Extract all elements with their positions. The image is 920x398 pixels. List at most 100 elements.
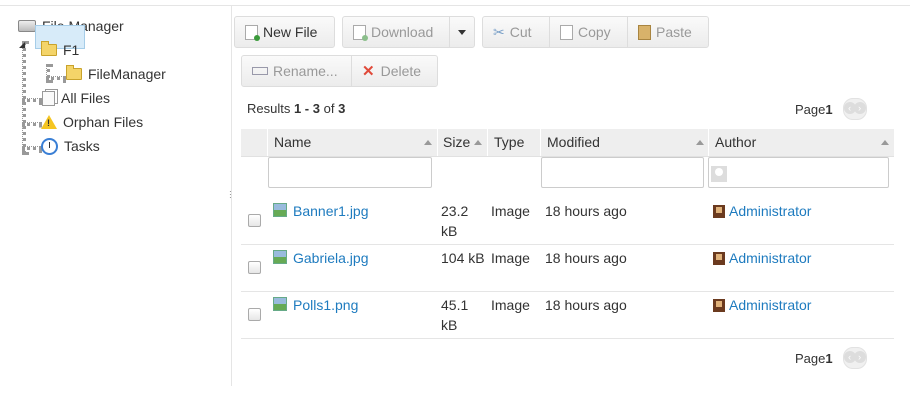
column-label: Name xyxy=(274,134,312,150)
sort-icon[interactable] xyxy=(696,140,704,145)
cut-button[interactable]: ✂ Cut xyxy=(482,16,550,48)
tree-guide xyxy=(22,122,42,126)
table-row[interactable]: Polls1.png 45.1 kB Image 18 hours ago Adm… xyxy=(241,292,894,339)
file-size-unit: kB xyxy=(441,317,458,333)
avatar xyxy=(713,252,725,265)
results-of: of xyxy=(319,101,339,116)
author-link[interactable]: Administrator xyxy=(729,250,811,266)
tree-item-tasks[interactable]: Tasks xyxy=(41,136,100,156)
results-total: 3 xyxy=(338,101,346,116)
download-button[interactable]: Download xyxy=(342,16,450,48)
folder-open-icon xyxy=(41,41,57,56)
author-link[interactable]: Administrator xyxy=(729,203,811,219)
chevron-down-icon xyxy=(458,29,466,35)
pager-bottom: Page 1 ‹ › xyxy=(795,347,867,369)
table-row[interactable]: Banner1.jpg 23.2 kB Image 18 hours ago Ad… xyxy=(241,198,894,245)
clipboard-icon xyxy=(638,24,651,40)
results-prefix: Results xyxy=(247,101,294,116)
drive-icon xyxy=(18,20,36,32)
row-checkbox[interactable] xyxy=(248,308,261,321)
image-file-icon xyxy=(273,297,287,311)
column-modified-header[interactable]: Modified xyxy=(547,129,600,156)
delete-button[interactable]: ✕ Delete xyxy=(351,55,438,87)
tree-item-label: Orphan Files xyxy=(63,114,144,130)
column-type-header[interactable]: Type xyxy=(494,129,524,156)
modified-filter-input[interactable] xyxy=(541,157,704,188)
warning-icon: ! xyxy=(41,115,57,129)
file-name-link[interactable]: Banner1.jpg xyxy=(293,203,369,219)
tree-item-label: Tasks xyxy=(64,138,100,154)
column-author-header[interactable]: Author xyxy=(715,129,756,156)
row-checkbox[interactable] xyxy=(248,214,261,227)
pager-prev-next[interactable]: ‹ › xyxy=(842,98,867,120)
tree-guide xyxy=(46,76,66,80)
new-file-label: New File xyxy=(263,24,318,40)
file-modified: 18 hours ago xyxy=(545,203,627,219)
author-filter-input[interactable] xyxy=(708,157,889,188)
copy-icon xyxy=(560,24,573,40)
folder-icon xyxy=(66,65,82,80)
column-divider xyxy=(437,129,438,156)
sort-icon[interactable] xyxy=(424,140,432,145)
tree-guide xyxy=(46,64,50,83)
collapse-arrow-icon[interactable]: ◢ xyxy=(19,40,25,49)
column-name-header[interactable]: Name xyxy=(274,129,311,156)
rename-button[interactable]: Rename... xyxy=(241,55,352,87)
tree-guide xyxy=(22,146,42,150)
delete-x-icon: ✕ xyxy=(362,63,375,80)
file-name-link[interactable]: Gabriela.jpg xyxy=(293,250,369,266)
paste-button[interactable]: Paste xyxy=(627,16,709,48)
row-checkbox[interactable] xyxy=(248,261,261,274)
file-size-unit: kB xyxy=(441,223,458,239)
next-page-icon[interactable]: › xyxy=(853,351,866,363)
copy-label: Copy xyxy=(578,24,611,40)
column-divider xyxy=(540,129,541,156)
avatar xyxy=(713,205,725,218)
documents-icon xyxy=(42,90,55,106)
column-divider xyxy=(267,129,268,156)
tree-item-label: F1 xyxy=(63,42,80,58)
image-file-icon xyxy=(273,203,287,217)
table-row[interactable]: Gabriela.jpg 104 kB Image 18 hours ago A… xyxy=(241,245,894,292)
paste-label: Paste xyxy=(656,24,692,40)
tree-item-all-files[interactable]: All Files xyxy=(42,88,110,108)
sort-icon[interactable] xyxy=(881,140,889,145)
file-size: 45.1 xyxy=(441,297,469,313)
column-size-header[interactable]: Size xyxy=(443,129,470,156)
tree-item-f1[interactable]: F1 xyxy=(41,40,79,60)
new-file-button[interactable]: New File xyxy=(234,16,335,48)
name-filter-input[interactable] xyxy=(268,157,432,188)
file-modified: 18 hours ago xyxy=(545,297,627,313)
download-dropdown-button[interactable] xyxy=(449,16,475,48)
next-page-icon[interactable]: › xyxy=(853,102,866,114)
clock-icon xyxy=(41,137,58,155)
rename-label: Rename... xyxy=(273,63,338,79)
scissors-icon: ✂ xyxy=(493,23,505,40)
file-name-link[interactable]: Polls1.png xyxy=(293,297,358,313)
column-label: Type xyxy=(494,134,525,150)
file-type: Image xyxy=(491,250,530,266)
copy-button[interactable]: Copy xyxy=(549,16,628,48)
file-type: Image xyxy=(491,297,530,313)
pager-label: Page xyxy=(795,101,826,117)
author-link[interactable]: Administrator xyxy=(729,297,811,313)
pager-page: 1 xyxy=(825,101,833,117)
pager-prev-next[interactable]: ‹ › xyxy=(842,347,867,369)
results-range: 1 - 3 xyxy=(293,101,320,116)
column-divider xyxy=(708,129,709,156)
cut-label: Cut xyxy=(509,24,532,40)
column-label: Modified xyxy=(547,134,600,150)
sort-icon[interactable] xyxy=(474,140,482,145)
table-header: Name Size Type Modified Author xyxy=(241,129,894,157)
tree-item-filemanager[interactable]: FileManager xyxy=(66,64,166,84)
splitter-grip-icon[interactable]: · · · xyxy=(229,188,232,202)
rename-icon xyxy=(252,67,268,75)
new-file-icon xyxy=(245,24,260,41)
top-border xyxy=(0,5,910,6)
tree-item-label: All Files xyxy=(61,90,111,106)
pager-top: Page 1 ‹ › xyxy=(795,98,867,120)
delete-label: Delete xyxy=(380,63,422,79)
file-size: 104 kB xyxy=(441,250,485,266)
tree-item-orphan-files[interactable]: ! Orphan Files xyxy=(41,112,143,132)
column-divider xyxy=(487,129,488,156)
